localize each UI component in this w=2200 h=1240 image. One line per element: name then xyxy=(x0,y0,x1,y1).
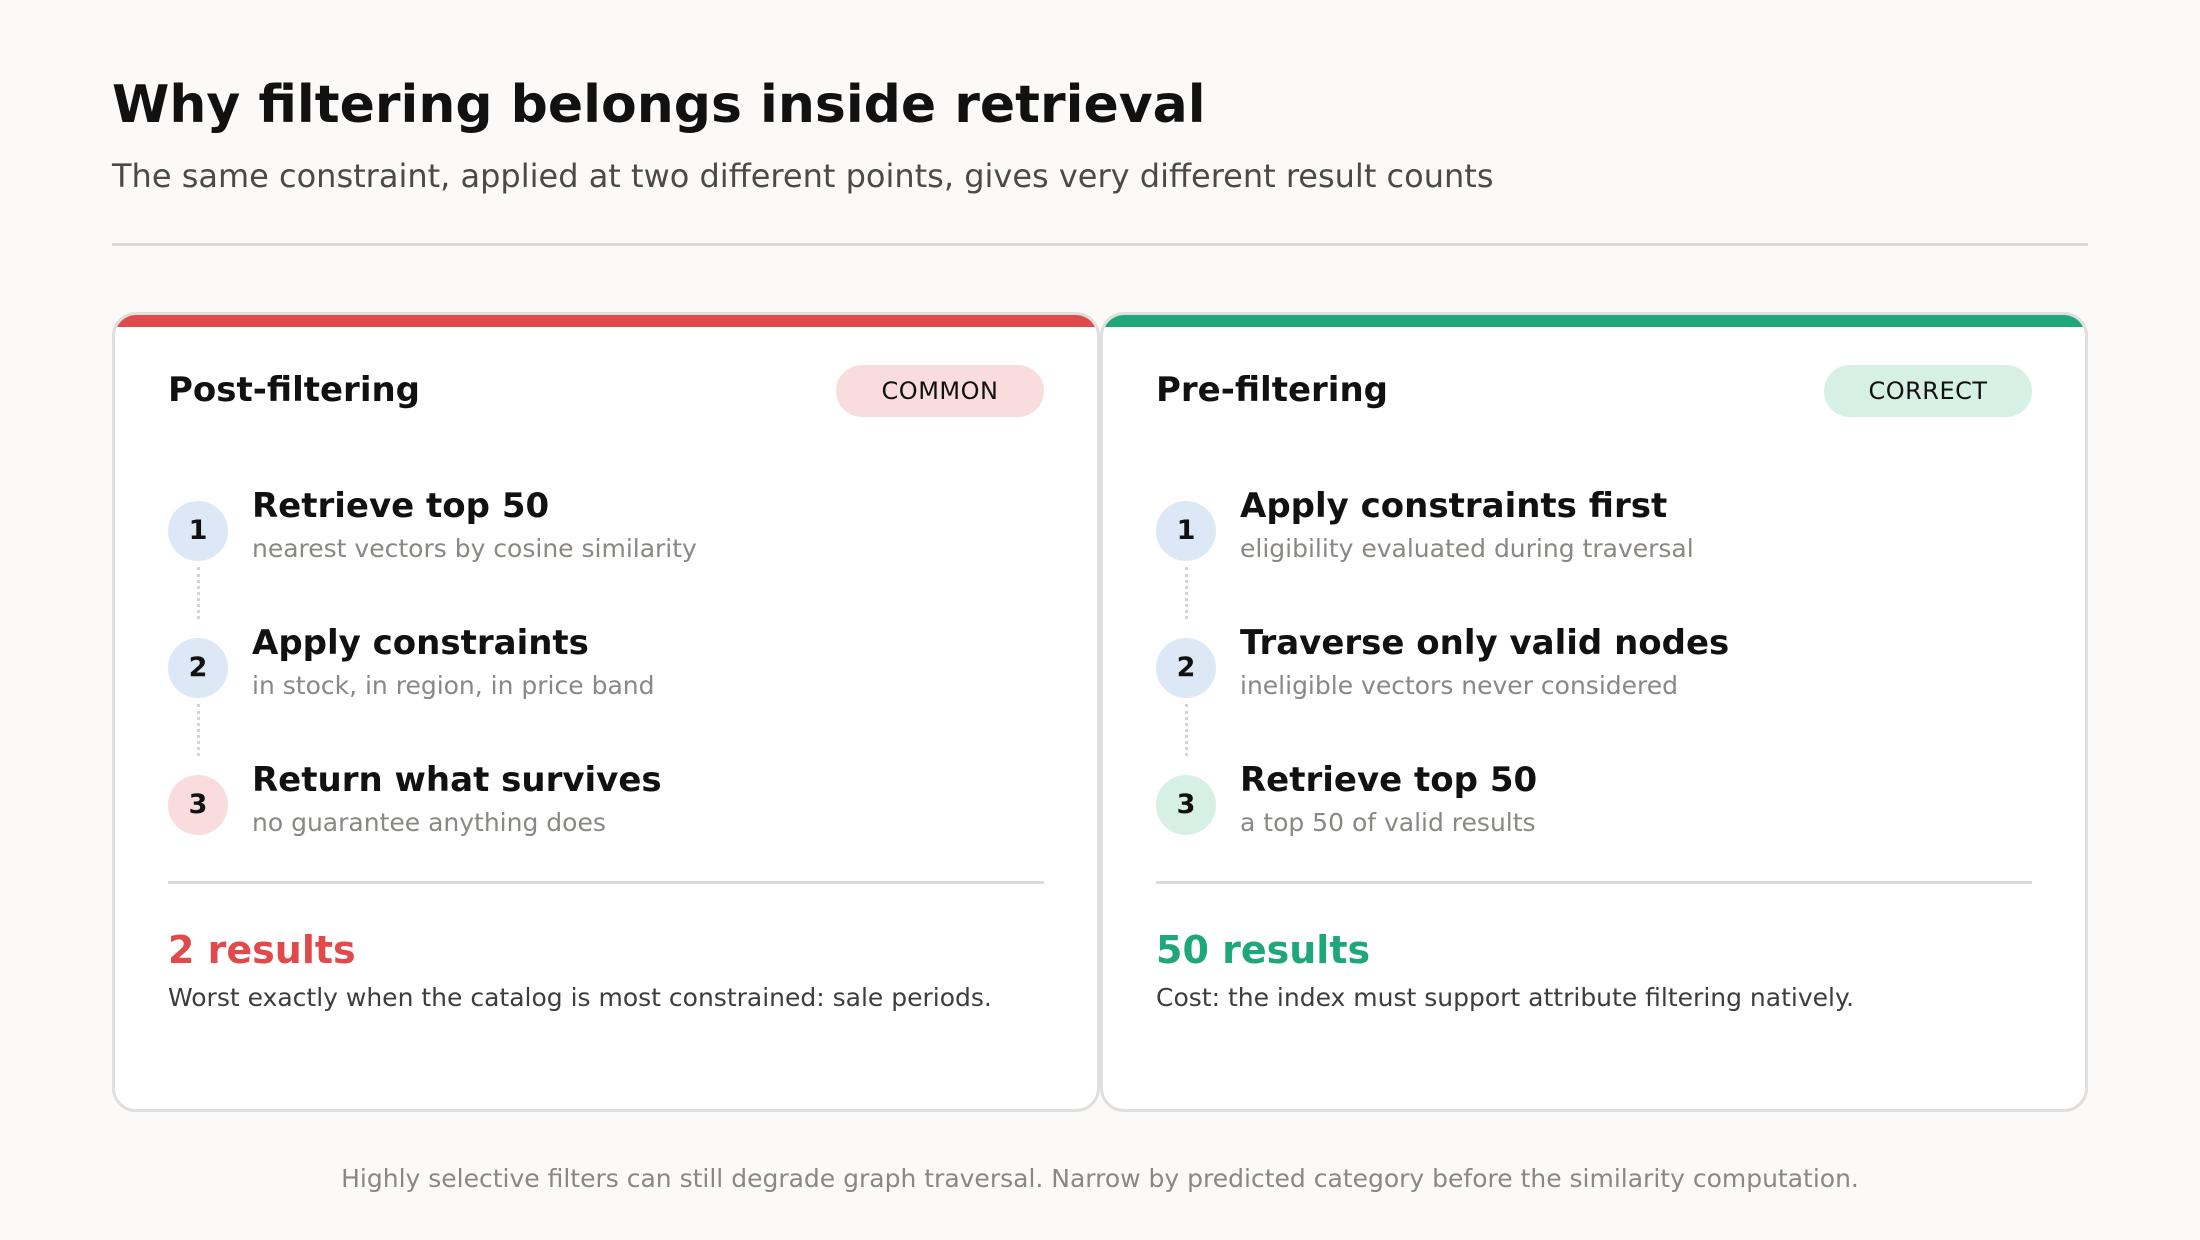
step-number: 3 xyxy=(168,775,228,835)
step-title: Apply constraints first xyxy=(1240,486,1668,526)
status-badge: CORRECT xyxy=(1824,365,2032,417)
step-title: Apply constraints xyxy=(252,623,589,663)
step-item: 1 Apply constraints first eligibility ev… xyxy=(1156,483,2032,619)
step-connector xyxy=(1185,567,1188,619)
step-item: 1 Retrieve top 50 nearest vectors by cos… xyxy=(168,483,1044,619)
step-connector xyxy=(197,567,200,619)
step-description: ineligible vectors never considered xyxy=(1240,671,1679,700)
card-divider xyxy=(1156,881,2032,884)
card-divider xyxy=(168,881,1044,884)
step-number: 1 xyxy=(168,501,228,561)
page-subtitle: The same constraint, applied at two diff… xyxy=(112,157,1494,195)
step-description: nearest vectors by cosine similarity xyxy=(252,534,697,563)
post-filtering-card: Post-filtering COMMON 1 Retrieve top 50 … xyxy=(112,312,1100,1112)
step-item: 2 Apply constraints in stock, in region,… xyxy=(168,620,1044,756)
card-title: Post-filtering xyxy=(168,370,421,410)
result-count: 50 results xyxy=(1156,928,1371,972)
page-title: Why filtering belongs inside retrieval xyxy=(112,75,1206,135)
pre-filtering-card: Pre-filtering CORRECT 1 Apply constraint… xyxy=(1100,312,2088,1112)
step-connector xyxy=(197,704,200,756)
result-count: 2 results xyxy=(168,928,356,972)
header-divider xyxy=(112,243,2088,246)
step-number: 1 xyxy=(1156,501,1216,561)
step-title: Traverse only valid nodes xyxy=(1240,623,1730,663)
step-title: Return what survives xyxy=(252,760,662,800)
step-title: Retrieve top 50 xyxy=(1240,760,1538,800)
step-description: in stock, in region, in price band xyxy=(252,671,655,700)
step-number: 2 xyxy=(168,638,228,698)
step-description: eligibility evaluated during traversal xyxy=(1240,534,1694,563)
result-note: Cost: the index must support attribute f… xyxy=(1156,983,1855,1012)
step-description: a top 50 of valid results xyxy=(1240,808,1536,837)
step-item: 3 Return what survives no guarantee anyt… xyxy=(168,757,1044,867)
status-badge: COMMON xyxy=(836,365,1044,417)
step-item: 3 Retrieve top 50 a top 50 of valid resu… xyxy=(1156,757,2032,867)
step-description: no guarantee anything does xyxy=(252,808,606,837)
slide: Why filtering belongs inside retrieval T… xyxy=(112,0,2088,1240)
step-number: 3 xyxy=(1156,775,1216,835)
card-title: Pre-filtering xyxy=(1156,370,1388,410)
step-connector xyxy=(1185,704,1188,756)
footer-note: Highly selective filters can still degra… xyxy=(341,1164,1859,1193)
step-number: 2 xyxy=(1156,638,1216,698)
step-item: 2 Traverse only valid nodes ineligible v… xyxy=(1156,620,2032,756)
result-note: Worst exactly when the catalog is most c… xyxy=(168,983,992,1012)
comparison-cards: Post-filtering COMMON 1 Retrieve top 50 … xyxy=(112,312,2088,1112)
step-title: Retrieve top 50 xyxy=(252,486,550,526)
